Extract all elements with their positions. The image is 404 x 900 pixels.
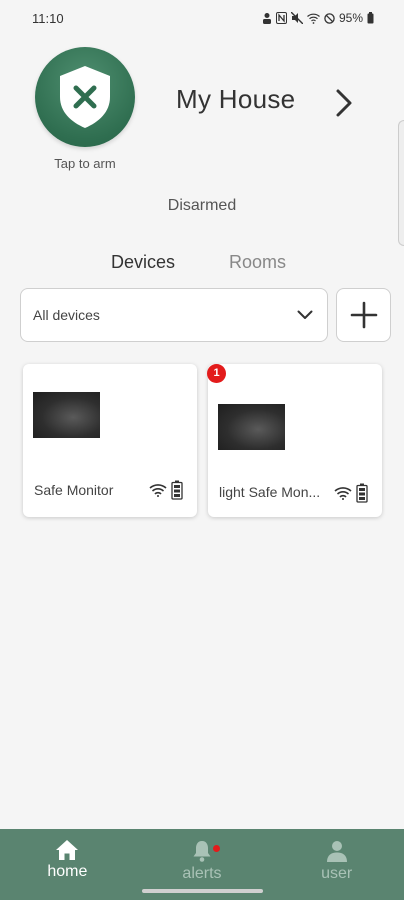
- gesture-home-indicator[interactable]: [142, 889, 263, 893]
- dnd-icon: [324, 12, 335, 24]
- add-device-button[interactable]: [336, 288, 391, 342]
- nav-home-label: home: [47, 863, 88, 880]
- wifi-icon: [149, 484, 167, 497]
- battery-icon: [367, 12, 374, 24]
- device-status-icons: [334, 483, 368, 503]
- wifi-icon: [334, 487, 352, 500]
- device-card[interactable]: Safe Monitor: [23, 364, 197, 517]
- arm-caption: Tap to arm: [54, 156, 116, 171]
- nav-user-label: user: [321, 865, 353, 882]
- filter-selected-value: All devices: [33, 307, 100, 323]
- status-icons: 95%: [262, 11, 374, 25]
- alerts-notification-dot: [212, 845, 220, 852]
- bell-icon: [193, 841, 211, 862]
- device-status-icons: [149, 480, 183, 500]
- wifi-off-icon: [307, 13, 320, 24]
- device-thumbnail: [33, 392, 100, 438]
- status-time: 11:10: [32, 10, 64, 26]
- battery-percent: 95%: [338, 11, 363, 25]
- nav-user[interactable]: user: [287, 839, 387, 900]
- chevron-down-icon: [297, 310, 313, 319]
- house-title[interactable]: My House: [176, 84, 295, 115]
- device-card[interactable]: 1 light Safe Mon...: [207, 364, 382, 517]
- status-bar: 11:10 95%: [0, 0, 404, 36]
- alert-count-badge: 1: [207, 364, 226, 383]
- chevron-right-icon[interactable]: [333, 88, 355, 118]
- device-thumbnail: [218, 404, 285, 450]
- battery-full-icon: [356, 483, 368, 503]
- user-icon: [326, 841, 347, 862]
- device-name: Safe Monitor: [34, 482, 114, 498]
- tab-rooms[interactable]: Rooms: [229, 252, 286, 273]
- plus-icon: [350, 301, 377, 329]
- home-icon: [56, 840, 79, 860]
- person-icon: [262, 13, 271, 24]
- mute-icon: [290, 12, 303, 24]
- nav-alerts-label: alerts: [182, 865, 222, 882]
- arm-button[interactable]: [35, 47, 135, 147]
- nfc-icon: [275, 12, 287, 24]
- device-filter-select[interactable]: All devices: [20, 288, 328, 342]
- device-name: light Safe Mon...: [219, 484, 321, 500]
- shield-x-icon: [60, 66, 110, 128]
- nav-home[interactable]: home: [17, 839, 117, 900]
- tab-devices[interactable]: Devices: [111, 252, 175, 273]
- arm-status: Disarmed: [167, 197, 237, 214]
- edge-handle: [398, 120, 404, 246]
- battery-full-icon: [171, 480, 183, 500]
